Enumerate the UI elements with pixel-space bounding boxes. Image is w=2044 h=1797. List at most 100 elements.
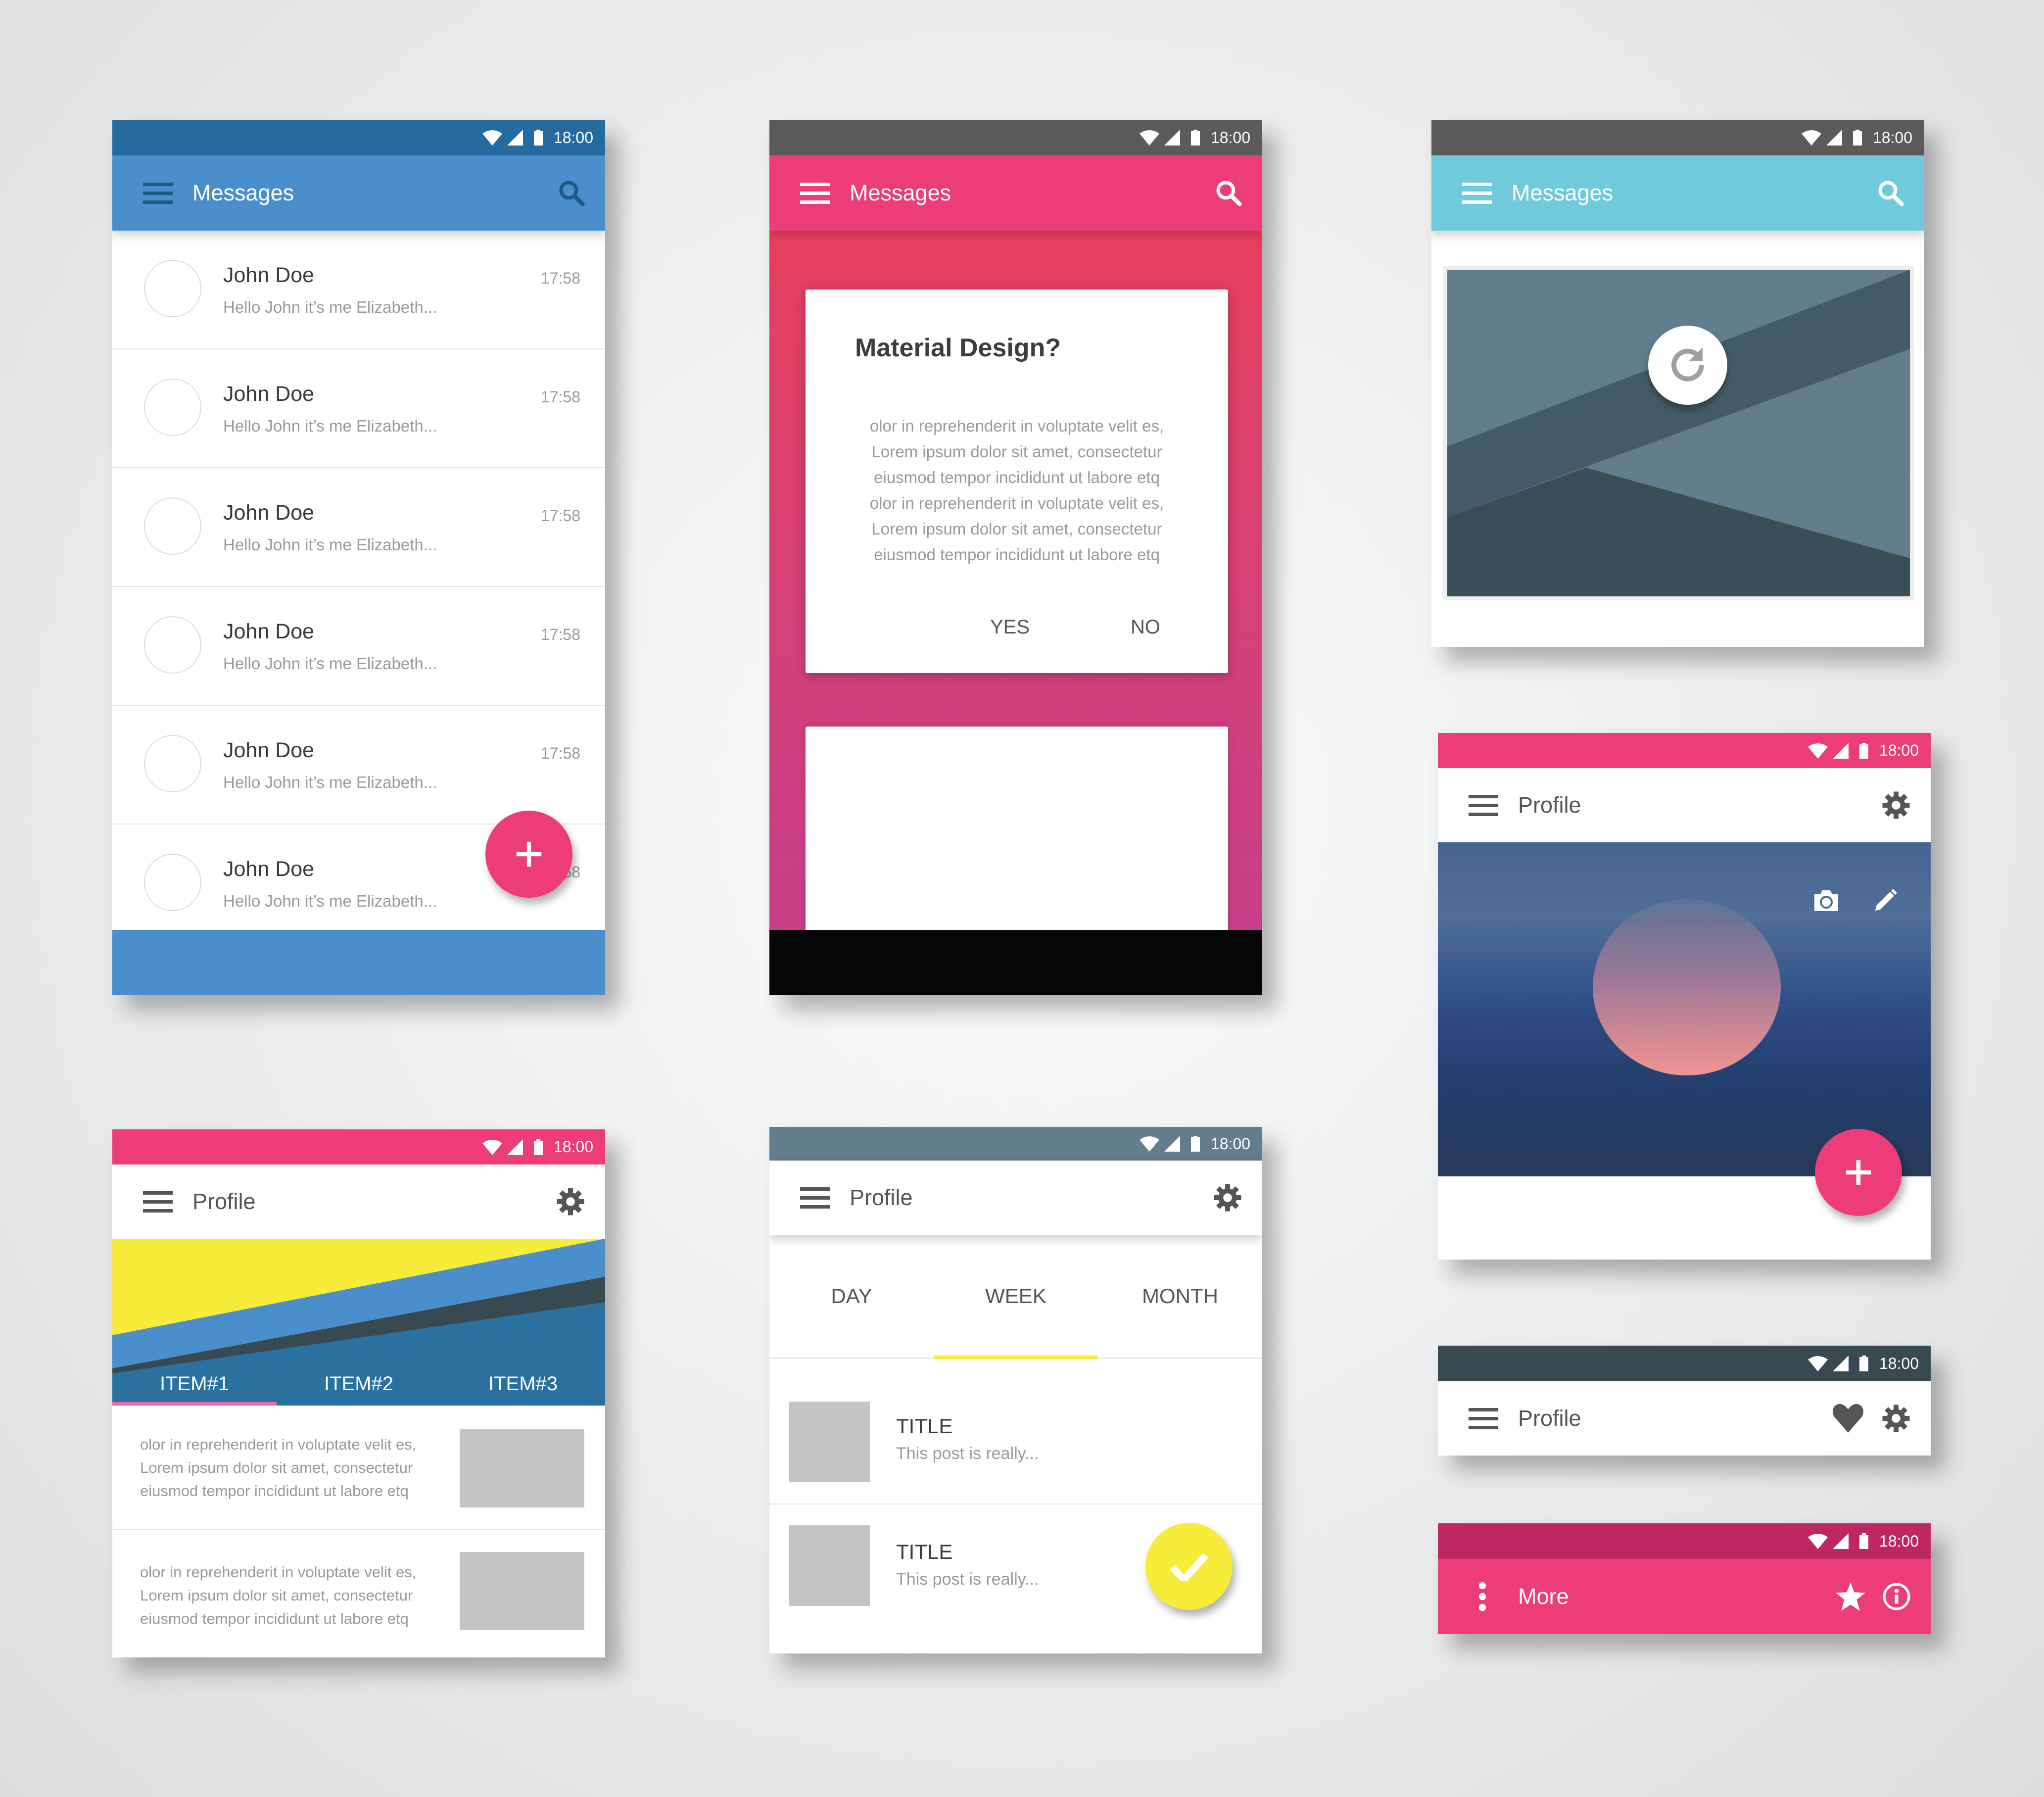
item-text-line: Lorem ipsum dolor sit amet, consectetur [140,1587,413,1604]
item-text-line: Lorem ipsum dolor sit amet, consectetur [140,1459,413,1476]
avatar [144,735,201,792]
tab-item-2[interactable]: ITEM#2 [277,1362,441,1406]
battery-icon [534,1139,543,1155]
search-icon[interactable] [1877,179,1904,207]
wifi-icon [1802,130,1821,146]
gear-icon[interactable] [556,1187,585,1216]
app-bar: More [1438,1559,1931,1634]
tab-item-3[interactable]: ITEM#3 [441,1362,605,1406]
dialog-no-button[interactable]: NO [1131,616,1160,638]
status-time: 18:00 [1210,1134,1250,1153]
app-bar-title: Profile [192,1189,256,1214]
period-tab-week[interactable]: WEEK [934,1235,1098,1359]
post-subtitle: This post is really... [896,1444,1039,1463]
battery-icon [1859,743,1868,759]
menu-icon[interactable] [800,1187,830,1209]
item-text-line: eiusmod tempor incididunt ut labore etq [140,1610,409,1627]
tab-item-1[interactable]: ITEM#1 [112,1362,277,1406]
navigation-bar [769,930,1262,995]
menu-icon[interactable] [800,182,830,204]
period-tab-month[interactable]: MONTH [1098,1235,1262,1358]
reload-button[interactable] [1648,326,1727,405]
message-row[interactable]: John Doe Hello John it’s me Elizabeth... 1… [112,231,605,349]
menu-icon[interactable] [1462,182,1492,204]
info-icon[interactable] [1882,1582,1911,1611]
message-time: 17:58 [540,388,580,406]
dialog: Material Design? olor in reprehenderit i… [806,290,1228,673]
star-icon[interactable] [1836,1582,1865,1611]
signal-icon [1833,1356,1849,1371]
status-bar: 18:00 [1438,1346,1931,1381]
gear-icon[interactable] [1213,1183,1242,1213]
post-row[interactable]: TITLE This post is really... [769,1381,1262,1505]
avatar [144,260,201,317]
header-illustration: ITEM#1 ITEM#2 ITEM#3 [112,1239,605,1406]
message-row[interactable]: John Doe Hello John it’s me Elizabeth... 1… [112,468,605,587]
thumbnail-placeholder [460,1552,584,1630]
battery-icon [1859,1356,1868,1371]
message-row[interactable]: John Doe Hello John it’s me Elizabeth... 1… [112,587,605,706]
heart-icon[interactable] [1832,1403,1864,1434]
status-time: 18:00 [553,1138,593,1156]
menu-icon[interactable] [143,182,173,204]
item-text-line: olor in reprehenderit in voluptate velit… [140,1563,417,1581]
status-time: 18:00 [1879,1532,1919,1550]
avatar [144,497,201,555]
message-time: 17:58 [540,269,580,287]
status-bar: 18:00 [112,1129,605,1165]
app-bar: Messages [112,155,605,231]
gear-icon[interactable] [1881,790,1911,820]
camera-icon[interactable] [1812,889,1840,912]
menu-icon[interactable] [1469,1408,1498,1429]
list-item[interactable]: olor in reprehenderit in voluptate velit… [112,1406,605,1530]
message-preview: Hello John it’s me Elizabeth... [223,773,437,791]
message-preview: Hello John it’s me Elizabeth... [223,417,437,435]
message-preview: Hello John it’s me Elizabeth... [223,535,437,554]
pencil-icon[interactable] [1872,888,1898,914]
wifi-icon [482,130,502,146]
gear-icon[interactable] [1881,1404,1911,1433]
search-icon[interactable] [558,179,585,207]
confirm-fab[interactable] [1145,1523,1233,1610]
status-time: 18:00 [1872,128,1912,146]
dialog-body-line: eiusmod tempor incididunt ut labore etq [874,468,1160,486]
more-vert-icon[interactable] [1477,1582,1487,1611]
add-message-fab[interactable] [485,811,572,898]
period-tab-day[interactable]: DAY [769,1235,934,1358]
screen-profile-hero: 18:00 Profile [1438,733,1931,1260]
menu-icon[interactable] [1469,794,1498,816]
app-bar: Messages [769,155,1262,231]
add-fab[interactable] [1815,1129,1902,1216]
contact-name: John Doe [223,382,315,406]
status-time: 18:00 [1879,1354,1919,1372]
post-subtitle: This post is really... [896,1570,1039,1589]
thumbnail-placeholder [460,1429,584,1507]
dialog-yes-button[interactable]: YES [990,616,1030,638]
period-tabs: DAY WEEK MONTH [769,1235,1262,1359]
signal-icon [507,1139,523,1155]
app-bar-title: Profile [1518,1406,1581,1431]
signal-icon [1164,130,1180,146]
list-item[interactable]: olor in reprehenderit in voluptate velit… [112,1530,605,1653]
battery-icon [1859,1533,1868,1549]
active-tab-indicator [934,1356,1098,1359]
status-bar: 18:00 [1438,1523,1931,1559]
image-placeholder [1447,270,1910,596]
message-row[interactable]: John Doe Hello John it’s me Elizabeth... 1… [112,706,605,825]
avatar[interactable] [1593,899,1781,1075]
screen-image-card: 18:00 Messages [1431,120,1924,647]
app-bar: Profile [1438,1381,1931,1456]
message-row[interactable]: John Doe Hello John it’s me Elizabeth... 1… [112,349,605,468]
status-bar: 18:00 [769,1127,1262,1161]
item-text-line: olor in reprehenderit in voluptate velit… [140,1436,417,1453]
message-preview: Hello John it’s me Elizabeth... [223,298,437,316]
toolbar-more: 18:00 More [1438,1523,1931,1634]
avatar [144,379,201,436]
menu-icon[interactable] [143,1191,173,1213]
status-bar: 18:00 [769,120,1262,155]
screen-dialog: 18:00 Messages Material Design? olor in … [769,120,1262,995]
battery-icon [1191,1136,1200,1152]
card [806,727,1228,934]
search-icon[interactable] [1215,179,1242,207]
app-bar-title: Profile [1518,792,1581,818]
